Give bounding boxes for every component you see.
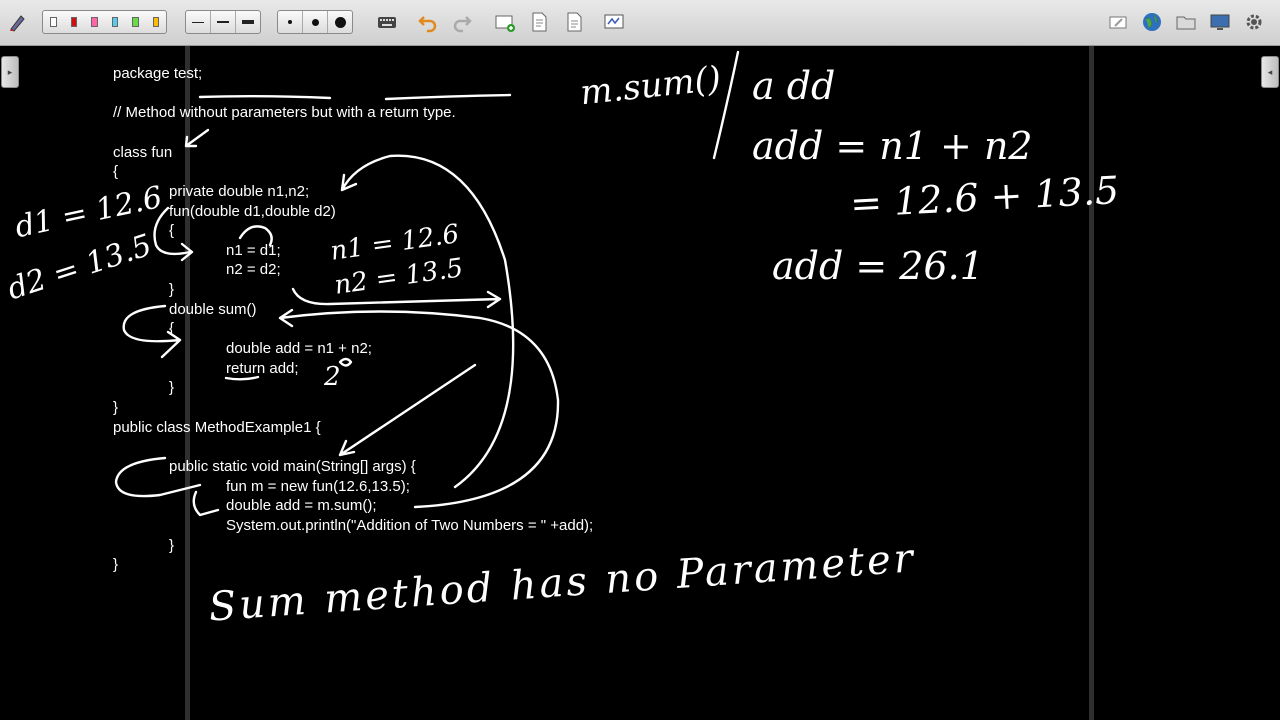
ink-underline-stroke xyxy=(384,93,512,101)
ink-text-eq3: add = 26.1 xyxy=(772,244,984,288)
ink-curl-stroke xyxy=(238,225,273,247)
ink-bracket-stroke xyxy=(114,456,220,517)
ink-annotations xyxy=(114,50,740,517)
ink-mark-stroke xyxy=(338,357,353,367)
ink-text-two: 2 xyxy=(324,362,341,392)
ink-arrow-stroke xyxy=(338,363,477,457)
ink-bracket-stroke xyxy=(153,206,194,262)
ink-underline-stroke xyxy=(198,95,332,100)
ink-text-a-dd: a dd xyxy=(752,64,836,108)
ink-text-eq1: add = n1 + n2 xyxy=(752,124,1033,168)
ink-bracket-stroke xyxy=(122,304,182,359)
ink-arc-arrow-stroke xyxy=(278,308,560,509)
ink-underline-stroke xyxy=(224,375,260,381)
ink-arrow-stroke xyxy=(184,128,210,148)
